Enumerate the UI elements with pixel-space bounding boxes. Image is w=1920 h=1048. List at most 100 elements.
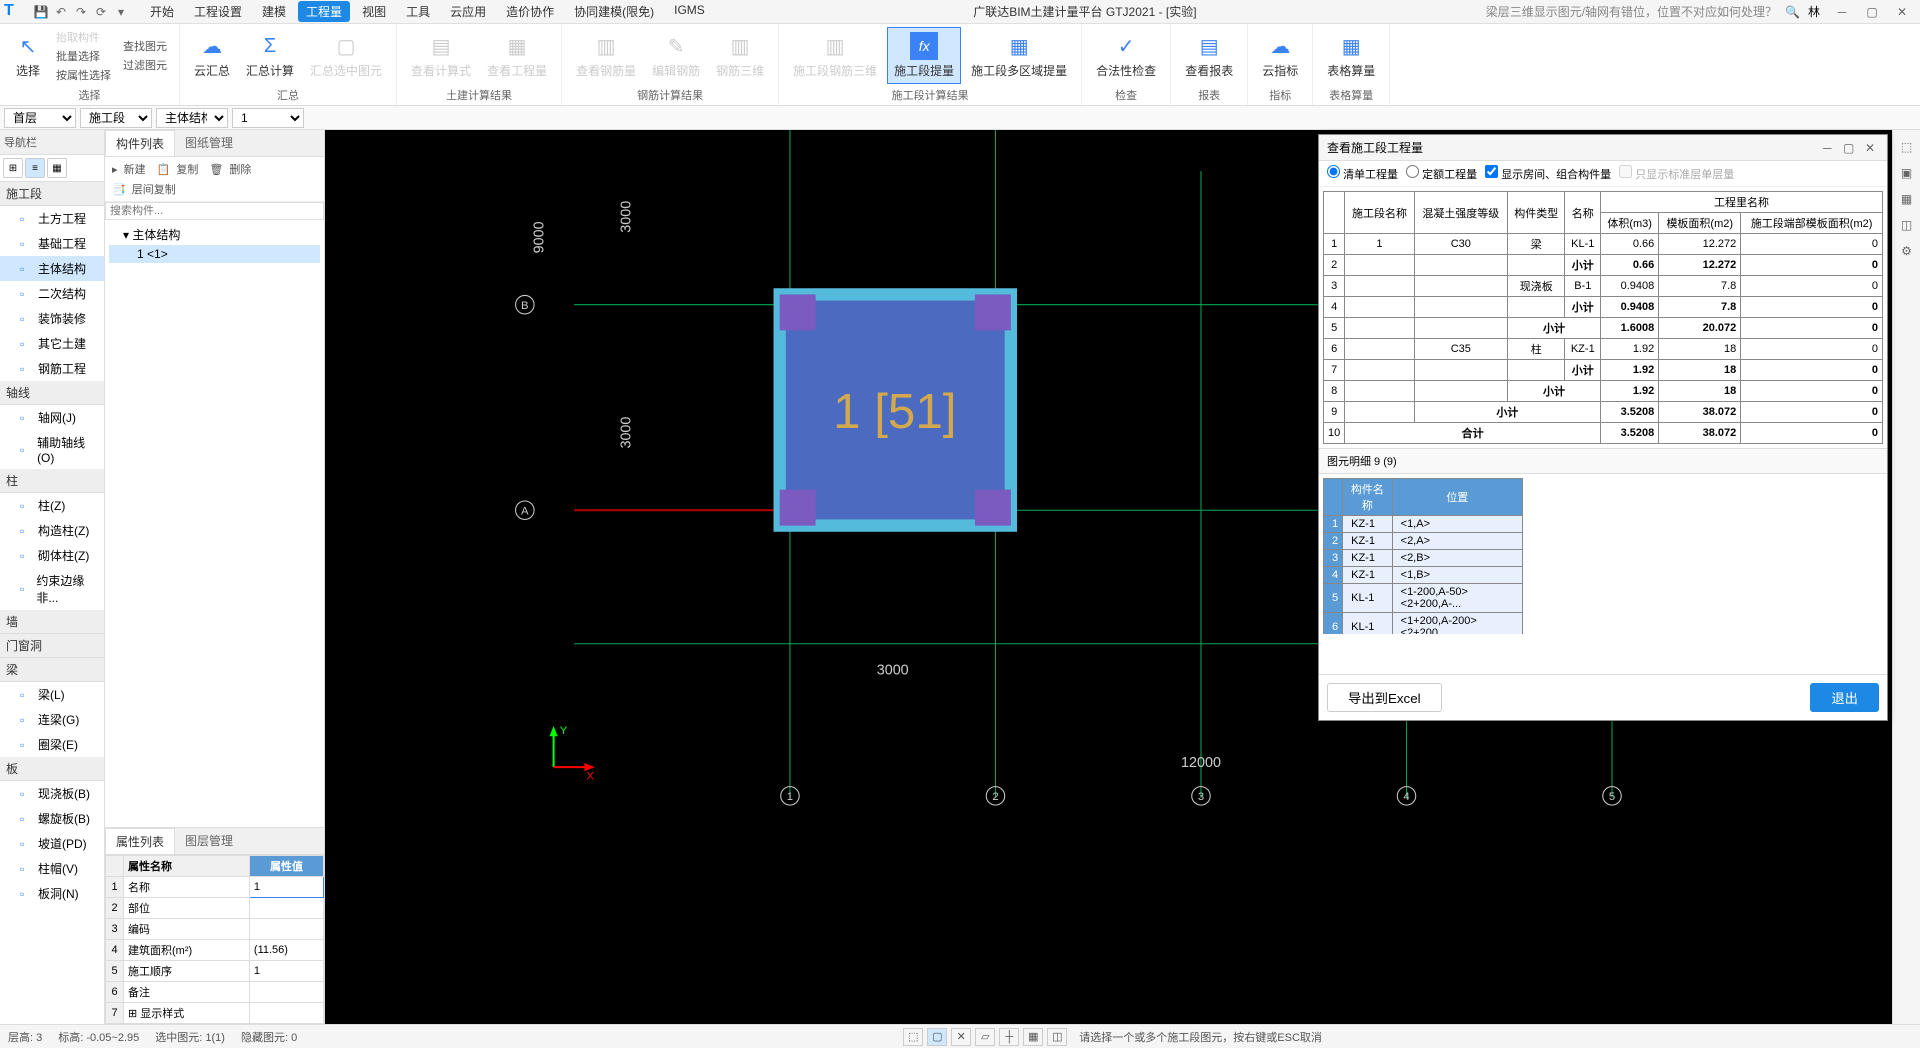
tab-prop-list[interactable]: 属性列表 — [105, 828, 175, 854]
qat-redo-icon[interactable]: ↷ — [72, 3, 90, 21]
view-report[interactable]: ▤查看报表 — [1179, 28, 1239, 83]
result-row[interactable]: 4小计0.94087.80 — [1324, 297, 1883, 318]
sb-tool6-icon[interactable]: ▦ — [1023, 1028, 1043, 1046]
maximize-icon[interactable]: ▢ — [1858, 5, 1886, 19]
prop-row[interactable]: 3编码 — [106, 919, 324, 940]
tool-cube-icon[interactable]: ▣ — [1896, 162, 1918, 184]
nav-item[interactable]: ▫砌体柱(Z) — [0, 543, 104, 568]
menu-9[interactable]: IGMS — [666, 1, 713, 22]
cloud-index[interactable]: ☁云指标 — [1256, 28, 1304, 83]
tool-3d-icon[interactable]: ⬚ — [1896, 136, 1918, 158]
result-row[interactable]: 5小计1.600820.0720 — [1324, 318, 1883, 339]
qat-refresh-icon[interactable]: ⟳ — [92, 3, 110, 21]
menu-2[interactable]: 建模 — [254, 1, 294, 22]
rebar-3d[interactable]: ▥钢筋三维 — [710, 28, 770, 83]
result-row[interactable]: 7小计1.92180 — [1324, 360, 1883, 381]
view-formula[interactable]: ▤查看计算式 — [405, 28, 477, 83]
minimize-icon[interactable]: ─ — [1828, 5, 1856, 19]
component-search[interactable] — [105, 202, 324, 220]
search-icon[interactable]: 🔍 — [1785, 5, 1800, 19]
tab-layer-mgmt[interactable]: 图层管理 — [175, 828, 243, 854]
opt-list[interactable]: 清单工程量 — [1327, 165, 1398, 182]
nav-item[interactable]: ▫基础工程 — [0, 231, 104, 256]
view-rebar[interactable]: ▥查看钢筋量 — [570, 28, 642, 83]
sb-tool1-icon[interactable]: ⬚ — [903, 1028, 923, 1046]
find-element[interactable]: 查找图元 — [119, 37, 171, 55]
results-max-icon[interactable]: ▢ — [1840, 141, 1858, 155]
category-select[interactable]: 施工段 — [80, 108, 152, 128]
menu-6[interactable]: 云应用 — [442, 1, 494, 22]
exit-button[interactable]: 退出 — [1810, 683, 1879, 712]
sb-tool5-icon[interactable]: ┼ — [999, 1028, 1019, 1046]
opt-show[interactable]: 显示房间、组合构件量 — [1485, 165, 1611, 182]
menu-1[interactable]: 工程设置 — [186, 1, 250, 22]
nav-item[interactable]: ▫螺旋板(B) — [0, 806, 104, 831]
result-row[interactable]: 3现浇板B-10.94087.80 — [1324, 276, 1883, 297]
nav-item[interactable]: ▫辅助轴线(O) — [0, 430, 104, 469]
menu-5[interactable]: 工具 — [398, 1, 438, 22]
detail-row[interactable]: 1KZ-1<1,A> — [1324, 516, 1523, 533]
result-row[interactable]: 6C35柱KZ-11.92180 — [1324, 339, 1883, 360]
nav-item[interactable]: ▫板洞(N) — [0, 881, 104, 906]
menu-0[interactable]: 开始 — [142, 1, 182, 22]
tool-gear-icon[interactable]: ⚙ — [1896, 240, 1918, 262]
prop-row[interactable]: 2部位 — [106, 898, 324, 919]
result-row[interactable]: 10合计3.520838.0720 — [1324, 423, 1883, 444]
qat-more-icon[interactable]: ▾ — [112, 3, 130, 21]
nav-item[interactable]: ▫装饰装修 — [0, 306, 104, 331]
nav-item[interactable]: ▫约束边缘非... — [0, 568, 104, 610]
prop-row[interactable]: 7⊞ 显示样式 — [106, 1003, 324, 1024]
results-close-icon[interactable]: ✕ — [1861, 141, 1879, 155]
nav-item[interactable]: ▫其它土建 — [0, 331, 104, 356]
menu-7[interactable]: 造价协作 — [498, 1, 562, 22]
prop-row[interactable]: 4建筑面积(m²)(11.56) — [106, 940, 324, 961]
validity-check[interactable]: ✓合法性检查 — [1090, 28, 1162, 83]
results-min-icon[interactable]: ─ — [1818, 141, 1836, 155]
nav-item[interactable]: ▫现浇板(B) — [0, 781, 104, 806]
result-row[interactable]: 9小计3.520838.0720 — [1324, 402, 1883, 423]
nav-section[interactable]: 板 — [0, 757, 104, 781]
edit-rebar[interactable]: ✎编辑钢筋 — [646, 28, 706, 83]
menu-3[interactable]: 工程量 — [298, 1, 350, 22]
nav-item[interactable]: ▫梁(L) — [0, 682, 104, 707]
summary-selected[interactable]: ▢汇总选中图元 — [304, 28, 388, 83]
tree-root[interactable]: ▾ 主体结构 — [109, 224, 320, 245]
result-row[interactable]: 2小计0.6612.2720 — [1324, 255, 1883, 276]
new-button[interactable]: ▸ 新建 — [109, 160, 152, 178]
tree-child[interactable]: 1 <1> — [109, 245, 320, 263]
nav-item[interactable]: ▫柱(Z) — [0, 493, 104, 518]
table-quantity[interactable]: ▦表格算量 — [1321, 28, 1381, 83]
nav-item[interactable]: ▫钢筋工程 — [0, 356, 104, 381]
prop-row[interactable]: 1名称1 — [106, 877, 324, 898]
sb-tool4-icon[interactable]: ▱ — [975, 1028, 995, 1046]
tool-view-icon[interactable]: ◫ — [1896, 214, 1918, 236]
filter-element[interactable]: 过滤图元 — [119, 56, 171, 74]
instance-select[interactable]: 1 — [232, 108, 304, 128]
summary-calc[interactable]: Σ汇总计算 — [240, 28, 300, 83]
nav-item[interactable]: ▫主体结构 — [0, 256, 104, 281]
nav-section[interactable]: 梁 — [0, 658, 104, 682]
prop-row[interactable]: 6备注 — [106, 982, 324, 1003]
result-row[interactable]: 11C30梁KL-10.6612.2720 — [1324, 234, 1883, 255]
seg-rebar-3d[interactable]: ▥施工段钢筋三维 — [787, 28, 883, 83]
nav-section[interactable]: 轴线 — [0, 381, 104, 405]
inter-floor-copy[interactable]: 📑 层间复制 — [109, 180, 182, 198]
nav-item[interactable]: ▫坡道(PD) — [0, 831, 104, 856]
sb-tool3-icon[interactable]: ✕ — [951, 1028, 971, 1046]
seg-quantity[interactable]: fx施工段提量 — [887, 27, 961, 84]
nav-item[interactable]: ▫土方工程 — [0, 206, 104, 231]
opt-quota[interactable]: 定额工程量 — [1406, 165, 1477, 182]
nav-section[interactable]: 柱 — [0, 469, 104, 493]
view-quantity[interactable]: ▦查看工程量 — [481, 28, 553, 83]
detail-row[interactable]: 4KZ-1<1,B> — [1324, 567, 1523, 584]
select-button[interactable]: ↖选择 — [8, 28, 48, 83]
nav-item[interactable]: ▫二次结构 — [0, 281, 104, 306]
qat-undo-icon[interactable]: ↶ — [52, 3, 70, 21]
select-by-prop[interactable]: 按属性选择 — [52, 66, 115, 84]
seg-multi-quantity[interactable]: ▦施工段多区域提量 — [965, 28, 1073, 83]
nav-view-list-icon[interactable]: ≡ — [25, 158, 45, 178]
qat-save-icon[interactable]: 💾 — [32, 3, 50, 21]
pick-component[interactable]: 抬取构件 — [52, 28, 115, 46]
type-select[interactable]: 主体结构 — [156, 108, 228, 128]
export-button[interactable]: 导出到Excel — [1327, 683, 1442, 712]
